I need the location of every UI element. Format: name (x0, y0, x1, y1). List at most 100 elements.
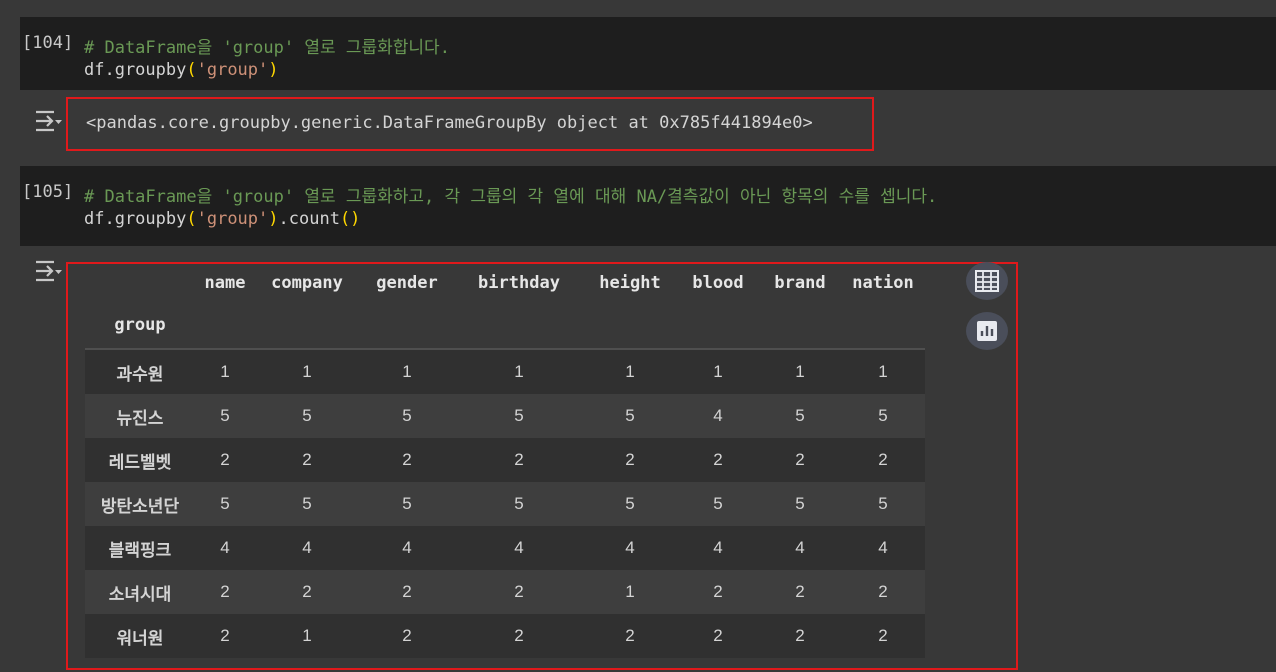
row-index: 레드벨벳 (108, 452, 172, 472)
row-index: 방탄소년단 (100, 496, 180, 516)
table-cell: 2 (878, 626, 888, 645)
table-cell: 5 (402, 406, 412, 425)
row-index: 과수원 (116, 364, 164, 384)
table-cell: 1 (402, 362, 412, 381)
table-cell: 5 (514, 406, 524, 425)
table-cell: 2 (713, 582, 723, 601)
table-cell: 2 (402, 582, 412, 601)
code-string: 'group' (196, 60, 269, 80)
table-cell: 5 (795, 494, 805, 513)
index-name-row: group (85, 302, 925, 349)
table-row: 워너원 2 1 2 2 2 2 2 2 (85, 614, 925, 658)
table-cell: 2 (220, 582, 230, 601)
table-cell: 5 (625, 494, 635, 513)
chart-button[interactable] (966, 312, 1008, 350)
column-header: nation (852, 273, 914, 293)
execution-count: [104] (22, 33, 74, 53)
row-index: 블랙핑크 (108, 540, 172, 560)
table-cell: 4 (878, 538, 888, 557)
table-view-button[interactable] (966, 262, 1008, 300)
column-header-row: name company gender birthday height blood bran… (85, 264, 925, 302)
row-index: 워너원 (116, 628, 164, 648)
table-cell: 2 (220, 626, 230, 645)
table-cell: 5 (514, 494, 524, 513)
code-comment: # DataFrame을 'group' 열로 그룹화합니다. (84, 38, 450, 58)
row-index: 소녀시대 (108, 584, 172, 604)
table-cell: 1 (713, 362, 723, 381)
table-cell: 2 (625, 450, 635, 469)
table-cell: 5 (795, 406, 805, 425)
column-header: blood (692, 273, 744, 293)
table-cell: 4 (713, 538, 723, 557)
dataframe-output: name company gender birthday height blood bran… (66, 262, 1018, 670)
table-cell: 2 (878, 450, 888, 469)
code-paren: ) (268, 60, 279, 80)
table-cell: 2 (878, 582, 888, 601)
table-cell: 2 (625, 626, 635, 645)
code-cell-105[interactable]: [105] # DataFrame을 'group' 열로 그룹화하고, 각 그… (20, 166, 1276, 246)
table-cell: 2 (795, 626, 805, 645)
table-cell: 4 (713, 406, 723, 425)
dataframe-table: name company gender birthday height blood bran… (85, 264, 925, 658)
table-cell: 1 (625, 362, 635, 381)
column-header: height (599, 273, 661, 293)
table-cell: 2 (402, 450, 412, 469)
table-cell: 2 (713, 450, 723, 469)
table-cell: 2 (302, 582, 312, 601)
code-comment: # DataFrame을 'group' 열로 그룹화하고, 각 그룹의 각 열… (84, 187, 938, 207)
table-cell: 2 (713, 626, 723, 645)
table-cell: 1 (625, 582, 635, 601)
table-cell: 5 (220, 494, 230, 513)
column-header: company (271, 273, 343, 293)
code-paren: ( (186, 209, 197, 229)
table-cell: 2 (795, 582, 805, 601)
table-cell: 1 (220, 362, 230, 381)
output-toggle-icon[interactable] (34, 258, 64, 284)
column-header: name (204, 273, 246, 293)
code-paren: ) (268, 209, 279, 229)
table-cell: 1 (878, 362, 888, 381)
table-cell: 1 (795, 362, 805, 381)
code-line: df.groupby('group') (84, 60, 279, 80)
table-cell: 2 (514, 626, 524, 645)
table-cell: 5 (302, 494, 312, 513)
code-paren: ( (186, 60, 197, 80)
table-row: 뉴진스 5 5 5 5 5 4 5 5 (85, 394, 925, 438)
code-cell-104[interactable]: [104] # DataFrame을 'group' 열로 그룹화합니다. df… (20, 17, 1276, 90)
output-toggle-icon[interactable] (34, 108, 64, 134)
row-index: 뉴진스 (116, 408, 164, 428)
table-cell: 2 (302, 450, 312, 469)
table-cell: 5 (402, 494, 412, 513)
column-header: brand (774, 273, 826, 293)
table-cell: 5 (220, 406, 230, 425)
code-text: df.groupby (84, 60, 187, 80)
execution-count: [105] (22, 182, 74, 202)
header-corner (85, 264, 195, 302)
table-cell: 2 (402, 626, 412, 645)
table-cell: 2 (514, 450, 524, 469)
table-cell: 4 (514, 538, 524, 557)
table-cell: 1 (514, 362, 524, 381)
table-row: 블랙핑크 4 4 4 4 4 4 4 4 (85, 526, 925, 570)
table-cell: 2 (514, 582, 524, 601)
code-string: 'group' (196, 209, 269, 229)
column-header: birthday (478, 273, 560, 293)
table-row: 소녀시대 2 2 2 2 1 2 2 2 (85, 570, 925, 614)
code-paren: () (339, 209, 361, 229)
table-cell: 5 (878, 406, 888, 425)
table-cell: 5 (713, 494, 723, 513)
table-row: 방탄소년단 5 5 5 5 5 5 5 5 (85, 482, 925, 526)
table-cell: 5 (878, 494, 888, 513)
table-cell: 4 (795, 538, 805, 557)
output-area: <pandas.core.groupby.generic.DataFrameGr… (66, 97, 874, 151)
code-text: df.groupby (84, 209, 187, 229)
table-cell: 5 (302, 406, 312, 425)
table-row: 과수원 1 1 1 1 1 1 1 1 (85, 349, 925, 394)
table-cell: 4 (402, 538, 412, 557)
table-cell: 4 (302, 538, 312, 557)
column-header: gender (376, 273, 438, 293)
table-cell: 5 (625, 406, 635, 425)
table-cell: 1 (302, 362, 312, 381)
code-line: df.groupby('group').count() (84, 209, 360, 229)
table-cell: 2 (220, 450, 230, 469)
